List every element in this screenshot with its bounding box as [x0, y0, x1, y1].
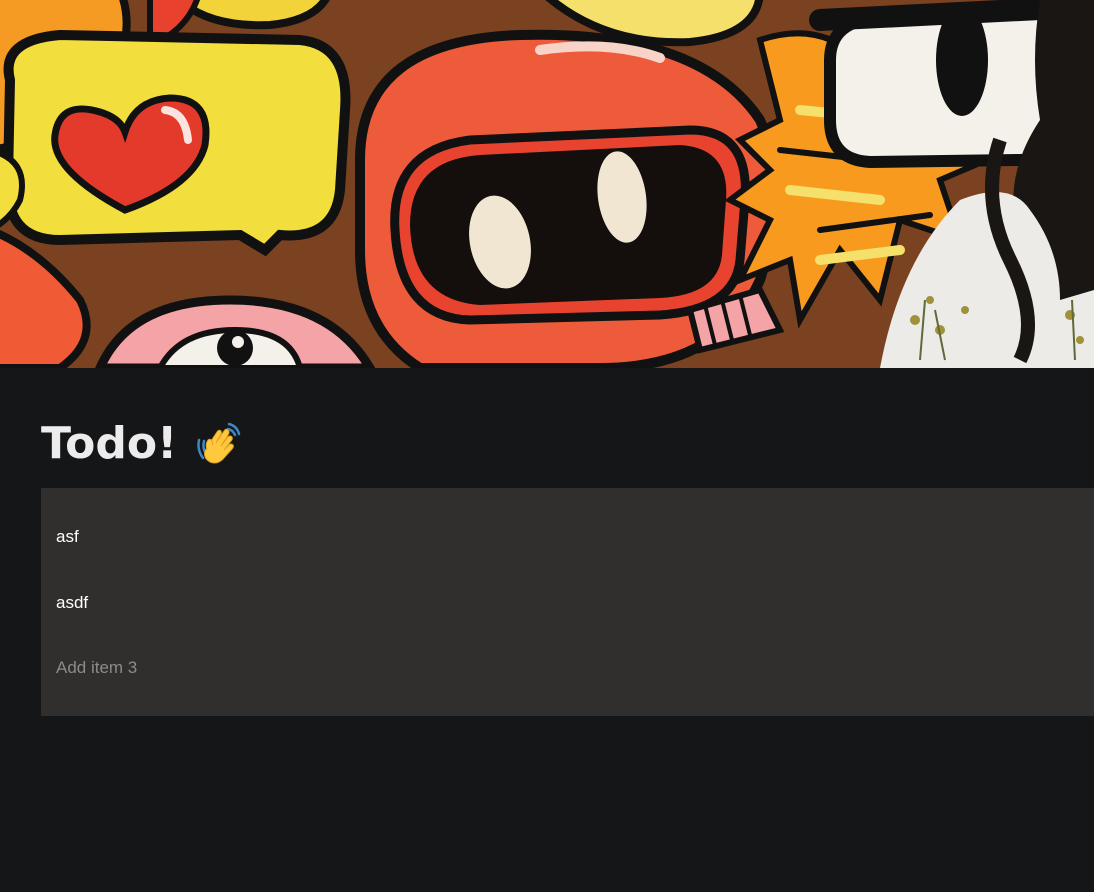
waving-hand-icon — [195, 420, 243, 468]
add-item-input[interactable] — [56, 653, 656, 683]
todo-item-1[interactable]: asf — [56, 522, 79, 552]
title-row: Todo! — [41, 414, 1094, 474]
cover-illustration — [0, 0, 1094, 368]
page-title: Todo! — [41, 418, 178, 469]
todo-list: asf asdf — [41, 488, 1094, 716]
todo-item-2[interactable]: asdf — [56, 588, 88, 618]
todo-page: Todo! asf asdf — [41, 368, 1094, 716]
cover-image — [0, 0, 1094, 368]
